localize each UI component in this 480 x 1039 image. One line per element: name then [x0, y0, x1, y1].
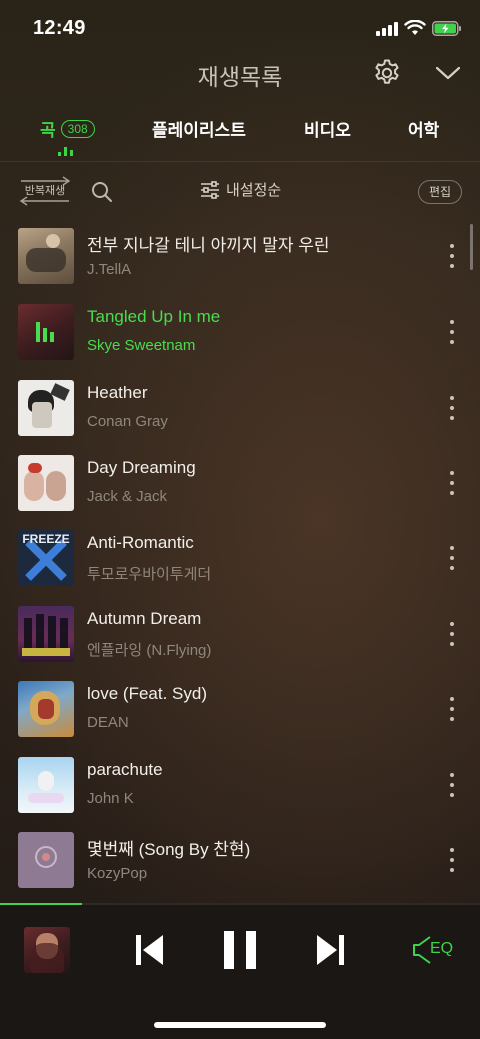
song-artist: KozyPop — [87, 865, 148, 882]
song-row-now-playing[interactable]: Tangled Up In me Skye Sweetnam — [0, 294, 480, 368]
edit-button[interactable]: 편집 — [418, 180, 462, 204]
song-row[interactable]: 몇번째 (Song By 찬현) KozyPop — [0, 822, 480, 896]
status-time: 12:49 — [33, 17, 86, 39]
song-title: 전부 지나갈 테니 아끼지 말자 우린 — [87, 236, 330, 255]
more-options-icon[interactable] — [446, 619, 458, 649]
equalizer-button[interactable]: EQ — [412, 933, 458, 967]
song-row[interactable]: love (Feat. Syd) DEAN — [0, 671, 480, 745]
song-row[interactable]: parachute John K — [0, 747, 480, 821]
song-row[interactable]: Heather Conan Gray — [0, 370, 480, 444]
home-indicator[interactable] — [154, 1022, 326, 1028]
song-artist: Skye Sweetnam — [87, 337, 196, 354]
song-artist: J.TellA — [87, 261, 132, 278]
album-art — [18, 606, 74, 662]
now-playing-bars-icon — [58, 146, 76, 156]
wifi-icon — [404, 20, 426, 35]
song-row[interactable]: Day Dreaming Jack & Jack — [0, 445, 480, 519]
scrollbar[interactable] — [470, 224, 473, 270]
song-artist: 투모로우바이투게더 — [87, 566, 212, 583]
playback-progress[interactable] — [0, 903, 480, 905]
album-art — [18, 228, 74, 284]
album-art: FREEZE — [18, 530, 74, 586]
header: 재생목록 — [0, 50, 480, 98]
now-playing-album-art[interactable] — [24, 927, 70, 973]
tab-label: 곡 — [40, 121, 56, 140]
divider — [0, 161, 480, 162]
song-artist: 엔플라잉 (N.Flying) — [87, 642, 212, 659]
song-title: Autumn Dream — [87, 609, 202, 628]
previous-track-icon[interactable] — [134, 933, 166, 967]
sort-button[interactable]: 내설정순 — [200, 179, 281, 200]
repeat-button[interactable]: 반복재생 — [17, 175, 73, 207]
content-tabs: 곡 308 플레이리스트 비디오 어학 — [0, 108, 480, 160]
album-art-text: FREEZE — [22, 532, 69, 546]
song-artist: DEAN — [87, 714, 129, 731]
more-options-icon[interactable] — [446, 317, 458, 347]
tab-videos[interactable]: 비디오 — [304, 116, 351, 141]
more-options-icon[interactable] — [446, 694, 458, 724]
song-row[interactable]: FREEZE Anti-Romantic 투모로우바이투게더 — [0, 520, 480, 594]
more-options-icon[interactable] — [446, 770, 458, 800]
album-art — [18, 455, 74, 511]
pause-icon[interactable] — [222, 929, 258, 971]
song-title: Heather — [87, 383, 148, 402]
speaker-icon — [413, 936, 431, 964]
battery-charging-icon — [432, 21, 461, 36]
album-art — [18, 832, 74, 888]
tab-language[interactable]: 어학 — [408, 116, 439, 141]
song-artist: Jack & Jack — [87, 488, 168, 505]
repeat-label: 반복재생 — [24, 185, 66, 197]
tab-playlists[interactable]: 플레이리스트 — [152, 116, 246, 141]
song-title: love (Feat. Syd) — [87, 684, 207, 703]
album-art — [18, 681, 74, 737]
tab-songs[interactable]: 곡 308 — [40, 116, 95, 141]
more-options-icon[interactable] — [446, 468, 458, 498]
more-options-icon[interactable] — [446, 845, 458, 875]
song-title: Anti-Romantic — [87, 533, 194, 552]
song-row[interactable]: Autumn Dream 엔플라잉 (N.Flying) — [0, 596, 480, 670]
song-title: 몇번째 (Song By 찬현) — [87, 840, 251, 859]
cellular-signal-icon — [376, 22, 398, 36]
song-title: Tangled Up In me — [87, 307, 221, 326]
collapse-chevron-down-icon[interactable] — [434, 62, 462, 84]
album-art-graphic: FREEZE — [22, 532, 70, 581]
page-title: 재생목록 — [197, 64, 283, 90]
settings-gear-icon[interactable] — [372, 58, 402, 88]
album-art — [18, 757, 74, 813]
song-artist: John K — [87, 790, 134, 807]
more-options-icon[interactable] — [446, 543, 458, 573]
more-options-icon[interactable] — [446, 241, 458, 271]
equalizer-label: EQ — [430, 940, 454, 957]
song-artist: Conan Gray — [87, 413, 168, 430]
song-row[interactable]: 전부 지나갈 테니 아끼지 말자 우린 J.TellA — [0, 218, 480, 292]
playback-progress-fill — [0, 903, 82, 905]
next-track-icon[interactable] — [314, 933, 346, 967]
sort-label: 내설정순 — [226, 182, 282, 199]
song-count-badge: 308 — [60, 119, 95, 138]
sort-sliders-icon — [201, 180, 219, 199]
song-title: parachute — [87, 760, 163, 779]
mini-player: EQ — [0, 903, 480, 1039]
album-art — [18, 304, 74, 360]
search-icon[interactable] — [90, 180, 114, 204]
list-toolbar: 반복재생 내설정순 편집 — [0, 170, 480, 214]
album-art — [18, 380, 74, 436]
more-options-icon[interactable] — [446, 393, 458, 423]
song-title: Day Dreaming — [87, 458, 196, 477]
